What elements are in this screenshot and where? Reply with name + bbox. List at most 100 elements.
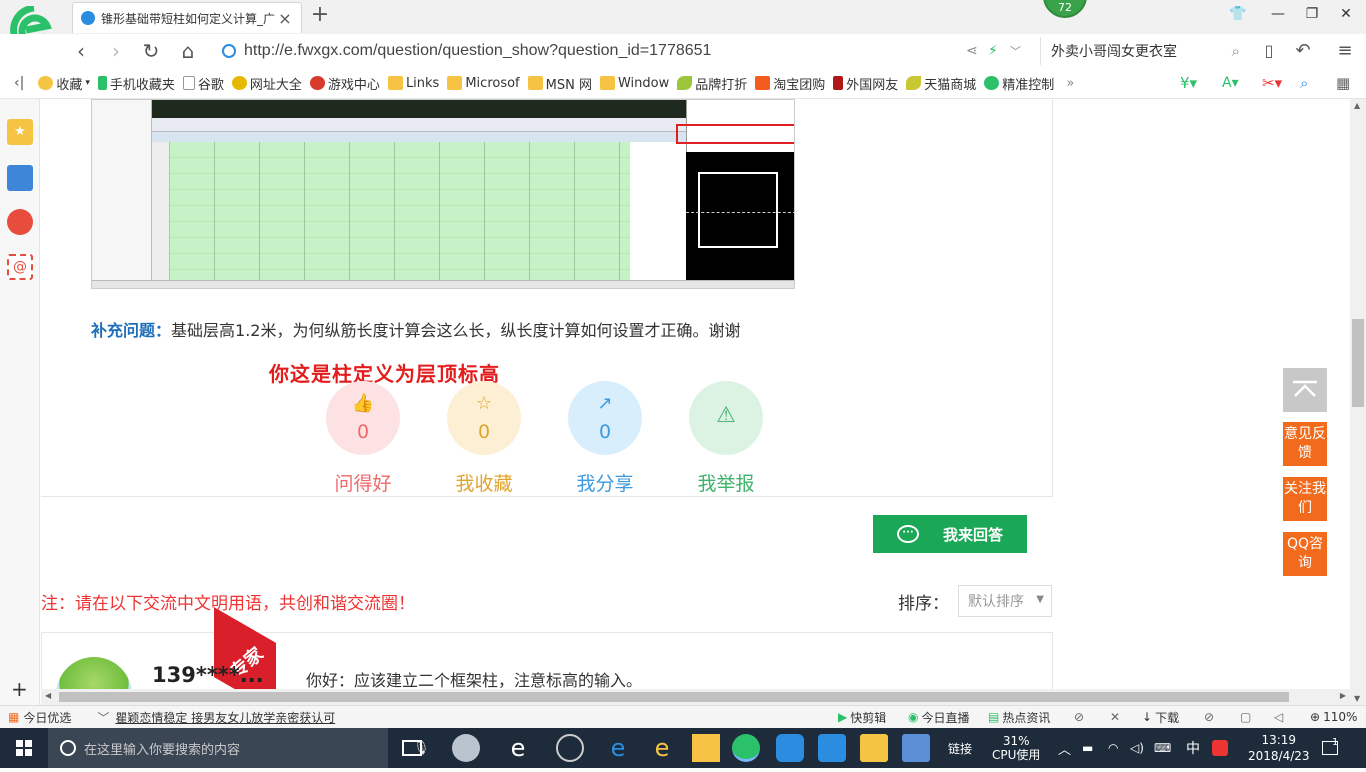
yen-icon[interactable]: ¥▾ bbox=[1180, 74, 1197, 92]
camera-icon[interactable]: ▬ bbox=[1082, 728, 1093, 768]
share-icon[interactable]: ⋖ bbox=[966, 43, 978, 59]
bookmark-item[interactable]: 网址大全 bbox=[231, 74, 302, 93]
today-picks[interactable]: ▦ 今日优选 bbox=[8, 709, 71, 726]
shield-icon[interactable]: ⊘ bbox=[1074, 710, 1084, 724]
downloads[interactable]: ↓ 下载 bbox=[1142, 709, 1179, 726]
add-sidebar-button[interactable]: + bbox=[11, 677, 28, 701]
show-hidden-icons[interactable]: ︿ bbox=[1058, 728, 1071, 768]
bookmark-folder[interactable]: MSN 网 bbox=[527, 74, 592, 93]
window-app-icon[interactable] bbox=[902, 734, 930, 762]
ie-icon[interactable]: e bbox=[648, 734, 676, 762]
notes-icon[interactable] bbox=[860, 734, 888, 762]
news-ticker[interactable]: ﹀ 瞿颖恋情稳定 接男友女儿放学亲密获认可 bbox=[97, 709, 335, 726]
bookmark-item[interactable]: 品牌打折 bbox=[677, 74, 747, 93]
sound-icon[interactable]: ◁ bbox=[1274, 710, 1283, 724]
url-text[interactable]: http://e.fwxgx.com/question/question_sho… bbox=[244, 42, 711, 60]
quick-edit[interactable]: ▶ 快剪辑 bbox=[838, 709, 886, 726]
translate-icon[interactable]: A▾ bbox=[1222, 75, 1239, 91]
follow-us-button[interactable]: 关注我们 bbox=[1283, 477, 1327, 521]
action-share[interactable]: ↗ 0 我分享 bbox=[555, 381, 655, 496]
links-toolbar[interactable]: 链接 bbox=[948, 728, 972, 768]
weibo-icon[interactable] bbox=[7, 209, 33, 235]
tab-active[interactable]: 锥形基础带短柱如何定义计算_广 × bbox=[72, 2, 302, 33]
refresh-button[interactable]: ↻ bbox=[138, 38, 164, 64]
plus-app-icon[interactable] bbox=[818, 734, 846, 762]
sogou-icon[interactable] bbox=[1212, 728, 1228, 768]
wifi-icon[interactable]: ◠ bbox=[1108, 728, 1118, 768]
search-box[interactable]: 外卖小哥闯女更衣室 ⌕ bbox=[1040, 37, 1240, 65]
hot-news[interactable]: ▤ 热点资讯 bbox=[988, 709, 1050, 726]
action-circle[interactable]: ☆ 0 bbox=[447, 381, 521, 455]
edge-icon[interactable]: e bbox=[604, 734, 632, 762]
vertical-scroll-thumb[interactable] bbox=[1352, 319, 1364, 407]
keyboard-icon[interactable]: ⌨ bbox=[1154, 728, 1171, 768]
grid-icon[interactable]: ▦ bbox=[1336, 74, 1350, 92]
action-circle[interactable]: 👍 0 bbox=[326, 381, 400, 455]
collapse-sidebar-icon[interactable]: ‹| bbox=[14, 75, 24, 91]
bookmark-item[interactable]: 谷歌 bbox=[182, 74, 224, 93]
qq-consult-button[interactable]: QQ咨询 bbox=[1283, 532, 1327, 576]
vertical-scrollbar[interactable]: ▲ ▼ bbox=[1350, 99, 1366, 705]
bookmark-item[interactable]: 外国网友 bbox=[833, 74, 898, 93]
back-button[interactable]: ‹ bbox=[68, 38, 94, 64]
favorites-star-icon[interactable]: ★ bbox=[7, 119, 33, 145]
address-bar[interactable]: http://e.fwxgx.com/question/question_sho… bbox=[222, 37, 1032, 65]
today-live[interactable]: ◉ 今日直播 bbox=[908, 709, 970, 726]
minimize-button[interactable]: — bbox=[1268, 6, 1288, 26]
clean-icon[interactable]: ⊘ bbox=[1204, 710, 1214, 724]
bookmark-item[interactable]: 淘宝团购 bbox=[755, 74, 825, 93]
forward-button[interactable]: › bbox=[103, 38, 129, 64]
new-tab-button[interactable]: + bbox=[310, 4, 330, 28]
bookmark-item[interactable]: 天猫商城 bbox=[906, 74, 976, 93]
search-input[interactable]: 外卖小哥闯女更衣室 bbox=[1051, 41, 1232, 61]
start-button[interactable] bbox=[0, 728, 48, 768]
action-circle[interactable]: ⚠ bbox=[689, 381, 763, 455]
scissors-icon[interactable]: ✂▾ bbox=[1262, 74, 1282, 92]
question-image[interactable] bbox=[91, 99, 795, 289]
bookmark-item[interactable]: 手机收藏夹 bbox=[97, 74, 175, 93]
restore-button[interactable]: ❐ bbox=[1302, 6, 1322, 26]
more-bookmarks-icon[interactable]: » bbox=[1066, 76, 1074, 91]
answer-username[interactable]: 139****... bbox=[152, 663, 264, 687]
bookmark-folder[interactable]: Microsof bbox=[447, 76, 520, 91]
mail-icon[interactable]: @ bbox=[7, 254, 33, 280]
app-icon[interactable] bbox=[556, 734, 584, 762]
bookmark-item[interactable]: 精准控制 bbox=[984, 74, 1054, 93]
bookmark-folder[interactable]: Links bbox=[387, 76, 439, 91]
home-button[interactable]: ⌂ bbox=[175, 38, 201, 64]
close-window-button[interactable]: ✕ bbox=[1336, 6, 1356, 26]
tools-icon[interactable]: ✕ bbox=[1110, 710, 1120, 724]
score-badge[interactable]: 72 bbox=[1043, 0, 1087, 18]
notification-center[interactable]: 1 bbox=[1322, 728, 1338, 768]
window-icon[interactable]: ▢ bbox=[1240, 710, 1251, 724]
news-icon[interactable] bbox=[7, 165, 33, 191]
action-circle[interactable]: ↗ 0 bbox=[568, 381, 642, 455]
answer-button[interactable]: ··· 我来回答 bbox=[873, 515, 1027, 553]
sort-select[interactable]: 默认排序 ▼ bbox=[958, 585, 1052, 617]
chevron-down-icon[interactable]: ﹀ bbox=[1010, 43, 1021, 59]
mobile-icon[interactable]: ▯ bbox=[1256, 38, 1282, 64]
action-report[interactable]: ⚠ 我举报 bbox=[676, 381, 776, 496]
task-view-icon[interactable] bbox=[402, 740, 422, 756]
taskbar-search[interactable]: 在这里输入你要搜索的内容 🎙 bbox=[48, 728, 430, 768]
skin-icon[interactable]: 👕 bbox=[1228, 6, 1248, 26]
menu-icon[interactable]: ≡ bbox=[1332, 38, 1358, 64]
lightning-icon[interactable]: ⚡ bbox=[988, 43, 998, 59]
zoom-level[interactable]: ⊕ 110% bbox=[1310, 710, 1357, 724]
clock[interactable]: 13:19 2018/4/23 bbox=[1248, 728, 1310, 768]
file-explorer-icon[interactable] bbox=[692, 734, 720, 762]
bookmark-item[interactable]: 游戏中心 bbox=[309, 74, 380, 93]
search-icon[interactable]: ⌕ bbox=[1232, 42, 1240, 60]
volume-icon[interactable]: ◁) bbox=[1130, 728, 1144, 768]
action-favorite[interactable]: ☆ 0 我收藏 bbox=[434, 381, 534, 496]
fan-app-icon[interactable] bbox=[452, 734, 480, 762]
tab-close-icon[interactable]: × bbox=[277, 9, 293, 28]
horizontal-scrollbar[interactable]: ◀ ▶ bbox=[41, 689, 1350, 705]
bookmark-folder[interactable]: Window bbox=[599, 76, 669, 91]
horizontal-scroll-thumb[interactable] bbox=[59, 692, 1289, 702]
undo-icon[interactable]: ↶ bbox=[1290, 38, 1316, 64]
ime-indicator[interactable]: 中 bbox=[1186, 728, 1200, 768]
bookmark-item[interactable]: 收藏 ▾ bbox=[38, 74, 90, 93]
360-browser-icon[interactable] bbox=[732, 734, 760, 762]
back-to-top-button[interactable] bbox=[1283, 368, 1327, 412]
